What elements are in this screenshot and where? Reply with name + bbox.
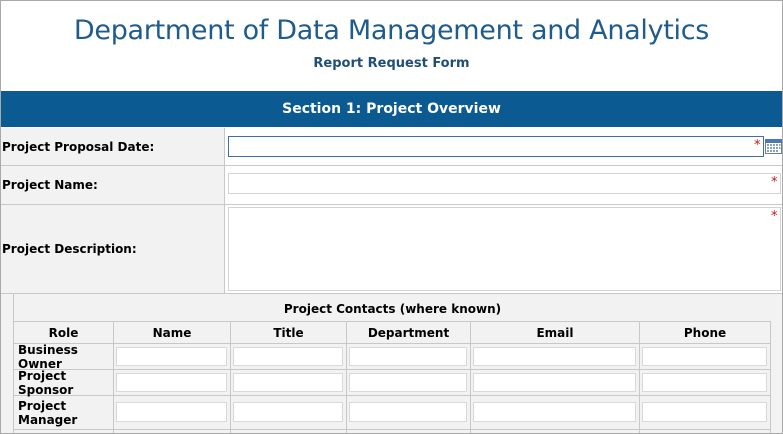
business-owner-phone-input[interactable]	[642, 347, 767, 366]
table-cell	[640, 396, 771, 430]
column-header-role: Role	[14, 322, 114, 344]
table-cell	[471, 344, 640, 370]
table-cell	[347, 396, 471, 430]
column-header-email: Email	[471, 322, 640, 344]
table-cell	[114, 396, 231, 430]
table-cell	[114, 370, 231, 396]
column-header-phone: Phone	[640, 322, 771, 344]
required-marker: *	[771, 175, 778, 190]
project-contacts-table: Project Contacts (where known) Role Name…	[13, 294, 782, 433]
table-cell	[640, 344, 771, 370]
project-description-label: Project Description:	[1, 205, 225, 293]
project-manager-title-input[interactable]	[233, 402, 343, 422]
project-description-field-cell: *	[225, 205, 782, 293]
project-manager-name-input[interactable]	[116, 402, 227, 422]
column-header-department: Department	[347, 322, 471, 344]
column-header-title: Title	[231, 322, 347, 344]
table-cell	[347, 370, 471, 396]
project-manager-phone-input[interactable]	[642, 402, 767, 422]
proposal-date-input[interactable]	[228, 136, 764, 157]
project-sponsor-name-input[interactable]	[116, 373, 227, 392]
form-header: Department of Data Management and Analyt…	[1, 1, 782, 91]
project-name-row: Project Name: *	[1, 166, 782, 205]
calendar-icon[interactable]	[765, 139, 782, 154]
table-cell	[231, 370, 347, 396]
project-sponsor-email-input[interactable]	[473, 373, 636, 392]
table-cell	[471, 396, 640, 430]
project-name-label: Project Name:	[1, 166, 225, 204]
table-cell	[640, 430, 771, 433]
proposal-date-field-cell: *	[225, 128, 782, 165]
table-cell	[14, 430, 114, 433]
table-cell	[640, 370, 771, 396]
project-manager-department-input[interactable]	[349, 402, 467, 422]
section-1-header: Section 1: Project Overview	[1, 91, 782, 127]
project-description-textarea[interactable]	[228, 207, 781, 291]
project-manager-email-input[interactable]	[473, 402, 636, 422]
project-name-input[interactable]	[228, 173, 781, 194]
table-cell	[347, 430, 471, 433]
form-title: Report Request Form	[313, 56, 470, 71]
table-cell	[114, 344, 231, 370]
column-header-name: Name	[114, 322, 231, 344]
business-owner-title-input[interactable]	[233, 347, 343, 366]
project-sponsor-department-input[interactable]	[349, 373, 467, 392]
project-contacts-title: Project Contacts (where known)	[14, 294, 771, 322]
required-marker: *	[771, 209, 778, 224]
project-sponsor-title-input[interactable]	[233, 373, 343, 392]
table-cell	[471, 430, 640, 433]
project-sponsor-phone-input[interactable]	[642, 373, 767, 392]
table-cell	[347, 344, 471, 370]
contact-role-business-owner: Business Owner	[14, 343, 114, 371]
table-cell	[471, 370, 640, 396]
project-name-field-cell: *	[225, 166, 782, 204]
proposal-date-row: Project Proposal Date: *	[1, 128, 782, 166]
business-owner-department-input[interactable]	[349, 347, 467, 366]
required-marker: *	[754, 138, 761, 153]
project-contacts-section: Project Contacts (where known) Role Name…	[1, 293, 782, 433]
table-cell	[231, 344, 347, 370]
proposal-date-label: Project Proposal Date:	[1, 128, 225, 165]
table-cell	[114, 430, 231, 433]
business-owner-name-input[interactable]	[116, 347, 227, 366]
contact-role-project-sponsor: Project Sponsor	[14, 369, 114, 397]
table-cell	[231, 430, 347, 433]
business-owner-email-input[interactable]	[473, 347, 636, 366]
report-request-form: Department of Data Management and Analyt…	[0, 0, 783, 434]
table-cell	[231, 396, 347, 430]
contact-role-project-manager: Project Manager	[14, 396, 114, 430]
department-title: Department of Data Management and Analyt…	[73, 15, 710, 46]
project-description-row: Project Description: *	[1, 205, 782, 293]
